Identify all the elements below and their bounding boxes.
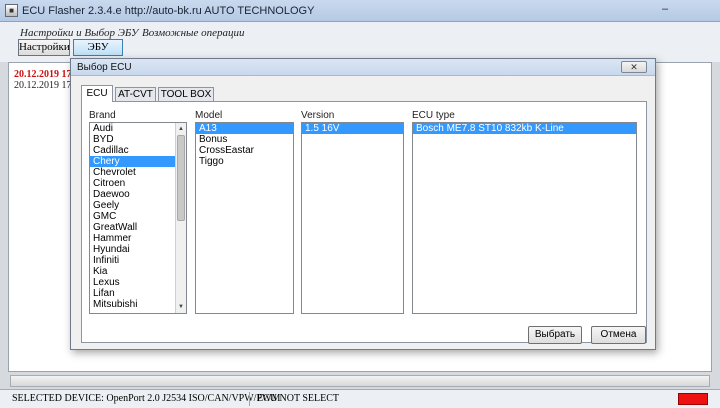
brand-list-item[interactable]: Hyundai <box>90 244 175 255</box>
top-toolbar: Настройки и Выбор ЭБУ Возможные операции… <box>0 22 720 62</box>
tab-at-cvt[interactable]: AT-CVT <box>115 87 156 102</box>
dialog-titlebar: Выбор ECU ✕ <box>71 59 655 76</box>
brand-scrollbar[interactable]: ▲ ▼ <box>175 123 186 313</box>
brand-list-item[interactable]: Audi <box>90 123 175 134</box>
brand-list-item[interactable]: Lexus <box>90 277 175 288</box>
status-divider <box>249 392 250 406</box>
brand-list-item[interactable]: Mitsubishi <box>90 299 175 310</box>
tab-ecu[interactable]: ECU <box>81 85 113 102</box>
operations-section-label: Возможные операции <box>142 27 245 39</box>
brand-list-item[interactable]: Cadillac <box>90 145 175 156</box>
scrollbar-thumb[interactable] <box>177 135 185 221</box>
window-titlebar: ■ ECU Flasher 2.3.4.e http://auto-bk.ru … <box>0 0 720 22</box>
brand-list-item[interactable]: Lifan <box>90 288 175 299</box>
connection-indicator <box>678 393 708 405</box>
window-title: ECU Flasher 2.3.4.e http://auto-bk.ru AU… <box>22 5 315 17</box>
brand-list-item[interactable]: Citroen <box>90 178 175 189</box>
ecu-button[interactable]: ЭБУ <box>73 39 123 56</box>
brand-list-item[interactable]: Geely <box>90 200 175 211</box>
app-icon: ■ <box>5 4 18 17</box>
brand-label: Brand <box>89 110 116 121</box>
dialog-title: Выбор ECU <box>77 62 132 73</box>
brand-list-item[interactable]: GreatWall <box>90 222 175 233</box>
brand-listbox[interactable]: Audi BYD Cadillac Chery Chevrolet Citroen Daew… <box>89 122 187 314</box>
selected-device-status: SELECTED DEVICE: OpenPort 2.0 J2534 ISO/… <box>12 393 281 404</box>
model-list-item[interactable]: A13 <box>196 123 293 134</box>
ecu-tab-panel: Brand Model Version ECU type Audi BYD Cadi… <box>81 101 647 344</box>
log-line: 20.12.2019 17: <box>14 69 75 80</box>
brand-list-item[interactable]: Chevrolet <box>90 167 175 178</box>
ecu-type-listbox[interactable]: Bosch ME7.8 ST10 832kb K-Line <box>412 122 637 314</box>
model-list-item[interactable]: Tiggo <box>196 156 293 167</box>
brand-list-item[interactable]: Kia <box>90 266 175 277</box>
ecu-select-dialog: Выбор ECU ✕ ECU AT-CVT TOOL BOX Brand Mo… <box>70 58 656 350</box>
scroll-down-icon[interactable]: ▼ <box>176 302 186 312</box>
brand-list-item[interactable]: Daewoo <box>90 189 175 200</box>
model-listbox[interactable]: A13 Bonus CrossEastar Tiggo <box>195 122 294 314</box>
brand-list-item[interactable]: BYD <box>90 134 175 145</box>
settings-section-label: Настройки и Выбор ЭБУ <box>20 27 139 39</box>
progress-bar <box>10 375 710 387</box>
version-listbox[interactable]: 1.5 16V <box>301 122 404 314</box>
brand-list-item[interactable]: Infiniti <box>90 255 175 266</box>
minimize-button[interactable]: – <box>656 3 674 18</box>
settings-button[interactable]: Настройки <box>18 39 70 56</box>
model-list-item[interactable]: Bonus <box>196 134 293 145</box>
model-label: Model <box>195 110 223 121</box>
close-icon[interactable]: ✕ <box>621 61 647 73</box>
version-label: Version <box>301 110 335 121</box>
brand-list-items: Audi BYD Cadillac Chery Chevrolet Citroen Daew… <box>90 123 175 310</box>
ecu-type-label: ECU type <box>412 110 455 121</box>
model-list-item[interactable]: CrossEastar <box>196 145 293 156</box>
cancel-button[interactable]: Отмена <box>591 326 646 344</box>
select-button[interactable]: Выбрать <box>528 326 582 344</box>
brand-list-item[interactable]: Chery <box>90 156 175 167</box>
status-bar: SELECTED DEVICE: OpenPort 2.0 J2534 ISO/… <box>0 389 720 408</box>
scroll-up-icon[interactable]: ▲ <box>176 124 186 134</box>
ecu-status: ECU NOT SELECT <box>257 393 340 404</box>
tab-tool-box[interactable]: TOOL BOX <box>158 87 214 102</box>
brand-list-item[interactable]: Hammer <box>90 233 175 244</box>
brand-list-item[interactable]: GMC <box>90 211 175 222</box>
version-list-item[interactable]: 1.5 16V <box>302 123 403 134</box>
ecu-type-list-item[interactable]: Bosch ME7.8 ST10 832kb K-Line <box>413 123 636 134</box>
